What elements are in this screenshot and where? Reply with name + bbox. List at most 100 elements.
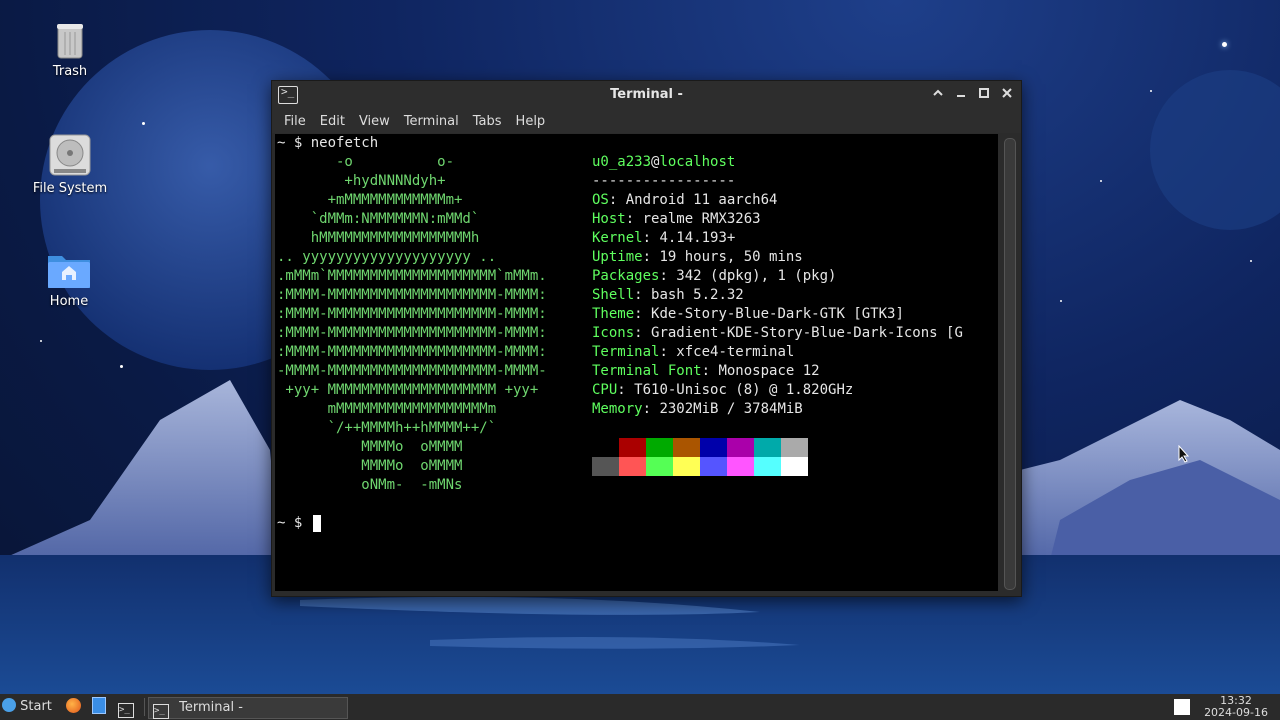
palette-swatch [754,457,781,476]
launcher-editor[interactable] [92,697,106,717]
palette-swatch [646,438,673,457]
logo-line: :MMMM-MMMMMMMMMMMMMMMMMMMM-MMMM: [277,344,547,360]
logo-line: +yy+ MMMMMMMMMMMMMMMMMMMM +yy+ [277,382,539,398]
maximize-icon [979,88,989,98]
info-colon: : [634,306,652,322]
terminal-scrollbar[interactable] [1004,138,1016,590]
clock[interactable]: 13:32 2024-09-16 [1204,695,1268,719]
text-editor-icon [92,697,106,714]
logo-line: +mMMMMMMMMMMMMm+ [277,192,463,208]
info-row: Terminal: xfce4-terminal [592,343,794,362]
menu-terminal[interactable]: Terminal [397,114,466,129]
close-button[interactable] [997,85,1017,105]
palette-swatch [619,438,646,457]
star [1060,300,1062,302]
info-colon: : [634,325,652,341]
shade-button[interactable] [928,85,948,105]
info-value: bash 5.2.32 [651,287,744,303]
desktop-icon-file-system[interactable]: File System [25,133,115,196]
window-title: Terminal - [610,87,683,102]
palette-swatch [592,457,619,476]
info-row: Theme: Kde-Story-Blue-Dark-GTK [GTK3] [592,305,904,324]
logo-line: MMMMo oMMMM [277,439,463,455]
mouse-pointer-icon [1178,445,1190,463]
palette-swatch [592,438,619,457]
taskbar-separator [144,698,145,716]
info-row: Memory: 2302MiB / 3784MiB [592,400,803,419]
minimize-button[interactable] [951,85,971,105]
clock-date: 2024-09-16 [1204,706,1268,719]
color-palette-bottom [592,457,808,476]
palette-swatch [619,457,646,476]
info-value: Gradient-KDE-Story-Blue-Dark-Icons [G [651,325,963,341]
info-key: Uptime [592,249,643,265]
start-label: Start [20,699,52,714]
info-row: Kernel: 4.14.193+ [592,229,735,248]
info-key: OS [592,192,609,208]
palette-swatch [727,457,754,476]
info-key: Memory [592,401,643,417]
menu-file[interactable]: File [277,114,313,129]
palette-swatch [646,457,673,476]
menu-view[interactable]: View [352,114,397,129]
maximize-button[interactable] [974,85,994,105]
star [142,122,145,125]
info-row: Terminal Font: Monospace 12 [592,362,820,381]
info-row: Icons: Gradient-KDE-Story-Blue-Dark-Icon… [592,324,963,343]
command-line: ~ $ neofetch [277,134,378,153]
info-row: Uptime: 19 hours, 50 mins [592,248,803,267]
home-folder-icon [46,250,92,290]
logo-line: hMMMMMMMMMMMMMMMMMMh [277,230,480,246]
info-value: 19 hours, 50 mins [659,249,803,265]
star [1250,260,1252,262]
logo-line: +hydNNNNdyh+ [277,173,446,189]
desktop-icon-trash[interactable]: Trash [25,22,115,79]
logo-line: .mMMm`MMMMMMMMMMMMMMMMMMMM`mMMm. [277,268,547,284]
prompt: ~ $ [277,135,303,151]
palette-swatch [727,438,754,457]
chevron-up-icon [933,89,943,96]
menu-help[interactable]: Help [509,114,553,129]
terminal-window[interactable]: >_ Terminal - File Edit View Terminal Ta… [271,80,1022,597]
info-key: Shell [592,287,635,303]
logo-line: oNMm- -mMNs [277,477,463,493]
window-titlebar[interactable]: >_ Terminal - [272,81,1021,109]
user-name: u0_a233 [592,154,652,170]
launcher-browser[interactable] [66,697,81,717]
menu-bar: File Edit View Terminal Tabs Help [272,109,1021,133]
menu-tabs[interactable]: Tabs [466,114,509,129]
info-key: Theme [592,306,635,322]
palette-swatch [754,438,781,457]
menu-edit[interactable]: Edit [313,114,352,129]
info-value: 2302MiB / 3784MiB [659,401,803,417]
color-palette-top [592,438,808,457]
info-value: Monospace 12 [718,363,820,379]
info-key: Icons [592,325,635,341]
info-value: Kde-Story-Blue-Dark-GTK [GTK3] [651,306,904,322]
hard-drive-icon [48,133,92,177]
desktop-icon-label: File System [32,181,108,196]
terminal-task-icon: >_ [153,704,169,719]
notification-icon[interactable] [1174,699,1190,715]
info-colon: : [701,363,719,379]
info-colon: : [659,268,677,284]
palette-swatch [700,457,727,476]
logo-line: `dMMm:NMMMMMMN:mMMd` [277,211,480,227]
task-button-terminal[interactable]: >_ Terminal - [148,697,348,719]
desktop-icon-home[interactable]: Home [24,250,114,309]
star [1150,90,1152,92]
logo-line: MMMMo oMMMM [277,458,463,474]
separator: ----------------- [592,173,736,189]
terminal-output[interactable]: ~ $ neofetch -o o- +hydNNNNdyh+ +mMMMMMM… [275,134,998,591]
info-colon: : [659,344,677,360]
logo-line: .. yyyyyyyyyyyyyyyyyyyy .. [277,249,497,265]
close-icon [1002,88,1012,98]
info-key: Host [592,211,626,227]
info-colon: : [617,382,635,398]
info-colon: : [642,249,660,265]
launcher-terminal[interactable]: >_ [118,697,134,718]
start-button[interactable]: Start [2,697,52,717]
logo-line: `/++MMMMh++hMMMM++/` [277,420,497,436]
user-host: u0_a233@localhost [592,153,735,172]
palette-swatch [673,457,700,476]
